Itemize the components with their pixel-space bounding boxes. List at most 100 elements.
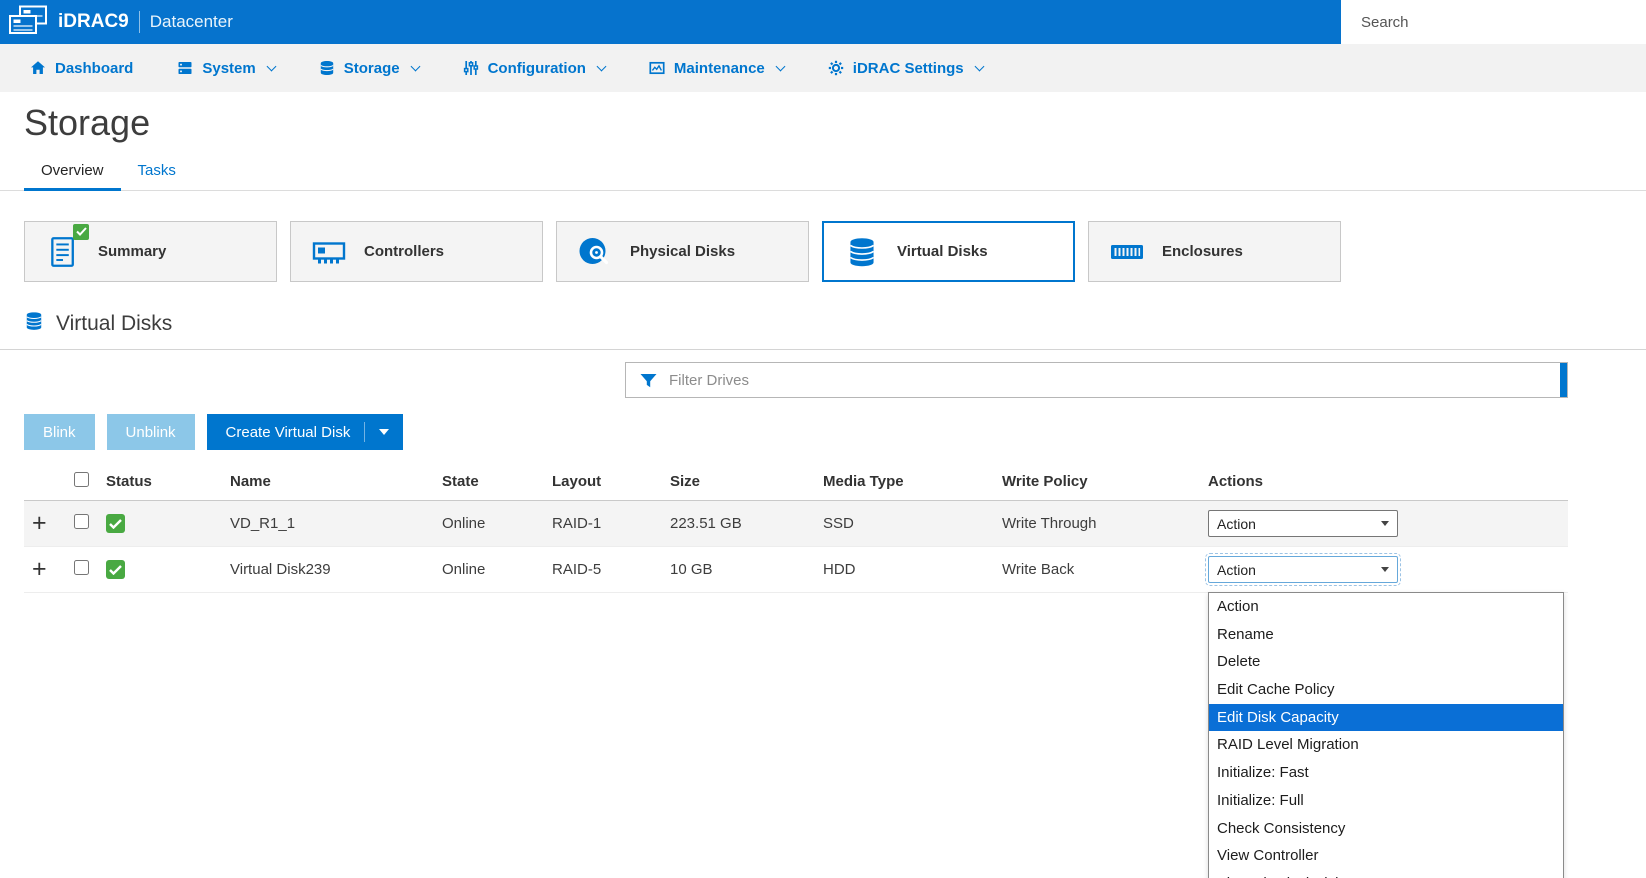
- create-virtual-disk-label: Create Virtual Disk: [226, 424, 351, 441]
- nav-label: Storage: [344, 60, 400, 77]
- enclosure-icon: [1109, 234, 1145, 270]
- nav-item-idrac-settings[interactable]: iDRAC Settings: [828, 60, 983, 77]
- nav-label: Configuration: [488, 60, 586, 77]
- unblink-button[interactable]: Unblink: [107, 414, 195, 450]
- caret-down-icon: [379, 429, 389, 435]
- vd-layout: RAID-5: [552, 561, 670, 578]
- system-icon: [177, 60, 193, 76]
- action-menu-item[interactable]: Edit Cache Policy: [1209, 676, 1563, 704]
- card-physical-disks[interactable]: Physical Disks: [556, 221, 809, 282]
- action-menu-item[interactable]: Delete: [1209, 648, 1563, 676]
- nav-label: Maintenance: [674, 60, 765, 77]
- brand-divider: [139, 11, 140, 33]
- card-controllers[interactable]: Controllers: [290, 221, 543, 282]
- col-layout: Layout: [552, 473, 670, 490]
- search-input[interactable]: [1361, 14, 1632, 31]
- nav-item-configuration[interactable]: Configuration: [463, 60, 605, 77]
- nav-item-system[interactable]: System: [177, 60, 274, 77]
- col-state: State: [442, 473, 552, 490]
- action-menu-item[interactable]: Initialize: Full: [1209, 787, 1563, 815]
- vd-size: 10 GB: [670, 561, 823, 578]
- main-navbar: Dashboard System Storage: [0, 44, 1646, 92]
- vd-write-policy: Write Through: [1002, 515, 1208, 532]
- col-actions: Actions: [1208, 473, 1568, 490]
- action-menu-item[interactable]: View Physical Disks: [1209, 870, 1563, 878]
- vd-layout: RAID-1: [552, 515, 670, 532]
- table-row: + Virtual Disk239 Online RAID-5 10 GB HD…: [24, 547, 1568, 593]
- card-label: Summary: [98, 243, 166, 260]
- card-summary[interactable]: Summary: [24, 221, 277, 282]
- action-menu-item[interactable]: Initialize: Fast: [1209, 759, 1563, 787]
- virtual-disk-icon: [24, 310, 44, 337]
- nav-item-maintenance[interactable]: Maintenance: [649, 60, 784, 77]
- page-title: Storage: [24, 102, 1646, 144]
- virtual-disk-icon: [844, 234, 880, 270]
- brand-product: Datacenter: [150, 12, 233, 32]
- col-media-type: Media Type: [823, 473, 1002, 490]
- nav-item-storage[interactable]: Storage: [319, 60, 419, 77]
- action-menu-item-highlighted[interactable]: Edit Disk Capacity: [1209, 704, 1563, 732]
- top-header: iDRAC9 Datacenter: [0, 0, 1646, 44]
- filter-row: [0, 362, 1646, 398]
- vd-size: 223.51 GB: [670, 515, 823, 532]
- controller-icon: [311, 234, 347, 270]
- expand-row-button[interactable]: +: [24, 511, 74, 536]
- action-menu-item[interactable]: View Controller: [1209, 842, 1563, 870]
- nav-label: System: [202, 60, 255, 77]
- vd-media-type: SSD: [823, 515, 1002, 532]
- filter-drives-box[interactable]: [625, 362, 1568, 398]
- section-header: Virtual Disks: [24, 310, 1646, 337]
- action-menu-item[interactable]: Rename: [1209, 621, 1563, 649]
- action-select[interactable]: Action: [1208, 510, 1398, 537]
- action-select-open[interactable]: Action: [1208, 556, 1398, 583]
- table-toolbar: Blink Unblink Create Virtual Disk: [24, 414, 1646, 450]
- card-enclosures[interactable]: Enclosures: [1088, 221, 1341, 282]
- filter-drives-input[interactable]: [669, 363, 1548, 397]
- chevron-down-icon: [266, 61, 276, 71]
- col-size: Size: [670, 473, 823, 490]
- row-checkbox[interactable]: [74, 560, 89, 575]
- action-menu-item[interactable]: Check Consistency: [1209, 815, 1563, 843]
- brand-name: iDRAC9: [58, 11, 129, 33]
- action-select-value: Action: [1217, 516, 1256, 532]
- tab-overview[interactable]: Overview: [24, 156, 121, 191]
- gear-icon: [828, 60, 844, 76]
- section-divider: [0, 349, 1646, 350]
- funnel-icon: [640, 373, 657, 388]
- nav-label: Dashboard: [55, 60, 133, 77]
- home-icon: [30, 60, 46, 76]
- section-title: Virtual Disks: [56, 312, 172, 336]
- col-write-policy: Write Policy: [1002, 473, 1208, 490]
- card-label: Enclosures: [1162, 243, 1243, 260]
- status-ok-badge: [73, 224, 89, 240]
- button-divider: [364, 422, 365, 442]
- select-all-checkbox[interactable]: [74, 472, 89, 487]
- nav-label: iDRAC Settings: [853, 60, 964, 77]
- chevron-down-icon: [596, 61, 606, 71]
- card-label: Virtual Disks: [897, 243, 988, 260]
- virtual-disks-table: Status Name State Layout Size Media Type…: [24, 463, 1568, 593]
- search-box[interactable]: [1341, 0, 1646, 44]
- card-label: Physical Disks: [630, 243, 735, 260]
- filter-expand-button[interactable]: [1560, 363, 1567, 397]
- nav-item-dashboard[interactable]: Dashboard: [30, 60, 133, 77]
- row-checkbox[interactable]: [74, 514, 89, 529]
- vd-media-type: HDD: [823, 561, 1002, 578]
- expand-row-button[interactable]: +: [24, 557, 74, 582]
- idrac-logo-icon: [8, 5, 48, 39]
- chevron-down-icon: [974, 61, 984, 71]
- select-caret-icon: [1381, 521, 1389, 526]
- tab-tasks[interactable]: Tasks: [121, 156, 193, 190]
- card-virtual-disks[interactable]: Virtual Disks: [822, 221, 1075, 282]
- main-content: Storage Overview Tasks: [0, 92, 1646, 878]
- status-ok-icon: [106, 514, 125, 533]
- blink-button[interactable]: Blink: [24, 414, 95, 450]
- col-name: Name: [230, 473, 442, 490]
- action-menu-item[interactable]: Action: [1209, 593, 1563, 621]
- action-menu-item[interactable]: RAID Level Migration: [1209, 731, 1563, 759]
- maintenance-icon: [649, 60, 665, 76]
- vd-state: Online: [442, 515, 552, 532]
- create-virtual-disk-button[interactable]: Create Virtual Disk: [207, 414, 404, 450]
- select-caret-icon: [1381, 567, 1389, 572]
- brand-area: iDRAC9 Datacenter: [0, 5, 233, 39]
